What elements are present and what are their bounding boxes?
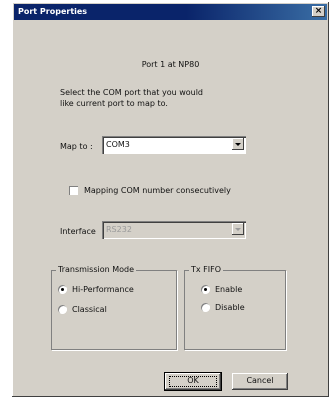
- tx-fifo-disable-radio[interactable]: [201, 303, 210, 312]
- close-icon: ×: [314, 6, 323, 16]
- hi-performance-label: Hi-Performance: [72, 285, 134, 294]
- port-properties-dialog: Port Properties × Port 1 at NP80 Select …: [12, 2, 329, 397]
- classical-radio[interactable]: [58, 305, 67, 314]
- instruction-line-1: Select the COM port that you would: [60, 88, 204, 97]
- tx-fifo-enable-radio[interactable]: [201, 285, 210, 294]
- port-caption: Port 1 at NP80: [141, 60, 200, 69]
- chevron-down-icon[interactable]: [232, 138, 244, 150]
- tx-fifo-legend: Tx FIFO: [189, 265, 224, 274]
- map-to-value: COM3: [106, 140, 130, 149]
- cancel-button[interactable]: Cancel: [232, 373, 288, 390]
- chevron-down-icon[interactable]: [232, 223, 244, 235]
- transmission-mode-group: Transmission Mode Hi-Performance Classic…: [51, 265, 177, 350]
- cancel-button-label: Cancel: [246, 376, 274, 385]
- close-button[interactable]: ×: [312, 6, 325, 17]
- interface-combobox[interactable]: RS232: [102, 221, 246, 239]
- interface-label: Interface: [60, 227, 96, 236]
- mapping-consecutive-label: Mapping COM number consecutively: [84, 186, 231, 195]
- mapping-consecutive-checkbox[interactable]: [69, 186, 78, 195]
- map-to-combobox[interactable]: COM3: [102, 136, 246, 154]
- tx-fifo-enable-label: Enable: [215, 285, 243, 294]
- ok-button[interactable]: OK: [164, 372, 222, 391]
- classical-label: Classical: [72, 305, 107, 314]
- hi-performance-radio[interactable]: [58, 285, 67, 294]
- transmission-mode-legend: Transmission Mode: [56, 265, 137, 274]
- focus-rect: [169, 376, 217, 387]
- map-to-label: Map to :: [60, 142, 93, 151]
- title-bar[interactable]: Port Properties ×: [14, 4, 327, 20]
- dialog-title: Port Properties: [18, 7, 88, 16]
- instruction-line-2: like current port to map to.: [60, 99, 168, 108]
- interface-value: RS232: [106, 225, 132, 234]
- tx-fifo-group: Tx FIFO Enable Disable: [184, 265, 286, 350]
- tx-fifo-disable-label: Disable: [215, 303, 245, 312]
